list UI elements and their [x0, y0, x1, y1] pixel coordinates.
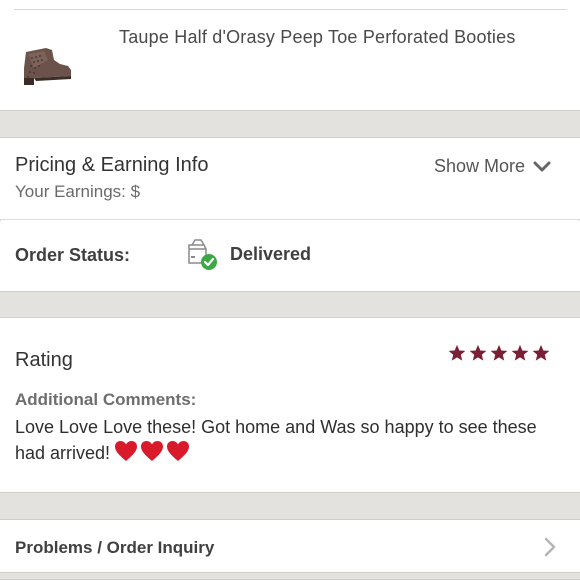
comments-text: Love Love Love these! Got home and Was s… — [15, 417, 537, 463]
show-more-label: Show More — [434, 156, 526, 176]
redacted-area — [150, 182, 208, 204]
rating-section: Rating Additional Comments: Love Love Lo… — [0, 318, 580, 492]
star-rating — [448, 344, 550, 362]
heart-icon — [167, 441, 190, 461]
order-status-section: Order Status: Delivered — [0, 221, 580, 291]
hearts-emoji — [114, 440, 190, 462]
product-title: Taupe Half d'Orasy Peep Toe Perforated B… — [119, 27, 516, 47]
product-thumbnail — [14, 24, 84, 94]
star-icon — [490, 344, 508, 361]
comments-body: Love Love Love these! Got home and Was s… — [15, 415, 555, 466]
pricing-section: Pricing & Earning Info Your Earnings: $ … — [0, 138, 580, 220]
delivered-box-icon — [188, 239, 217, 270]
order-status-value: Delivered — [230, 244, 312, 264]
problems-label: Problems / Order Inquiry — [15, 538, 215, 557]
section-separator — [0, 291, 580, 318]
section-separator — [0, 572, 580, 580]
star-icon — [448, 344, 466, 361]
earnings-text: Your Earnings: $ — [15, 182, 141, 201]
show-more-button[interactable]: Show More — [434, 156, 551, 177]
star-icon — [511, 344, 529, 361]
pricing-title: Pricing & Earning Info — [15, 154, 209, 176]
section-separator — [0, 110, 580, 138]
rating-title: Rating — [15, 349, 73, 371]
order-status-label: Order Status: — [15, 245, 131, 265]
chevron-down-icon — [533, 161, 551, 171]
chevron-right-icon — [544, 537, 556, 557]
comments-label: Additional Comments: — [15, 390, 197, 409]
divider — [14, 9, 567, 10]
problems-order-inquiry-row[interactable]: Problems / Order Inquiry — [0, 520, 580, 572]
star-icon — [469, 344, 487, 361]
bootie-image — [14, 24, 84, 94]
heart-icon — [141, 441, 164, 461]
star-icon — [532, 344, 550, 361]
redacted-area — [112, 74, 182, 108]
product-row[interactable]: Taupe Half d'Orasy Peep Toe Perforated B… — [0, 0, 580, 110]
heart-icon — [115, 441, 138, 461]
section-separator — [0, 492, 580, 520]
